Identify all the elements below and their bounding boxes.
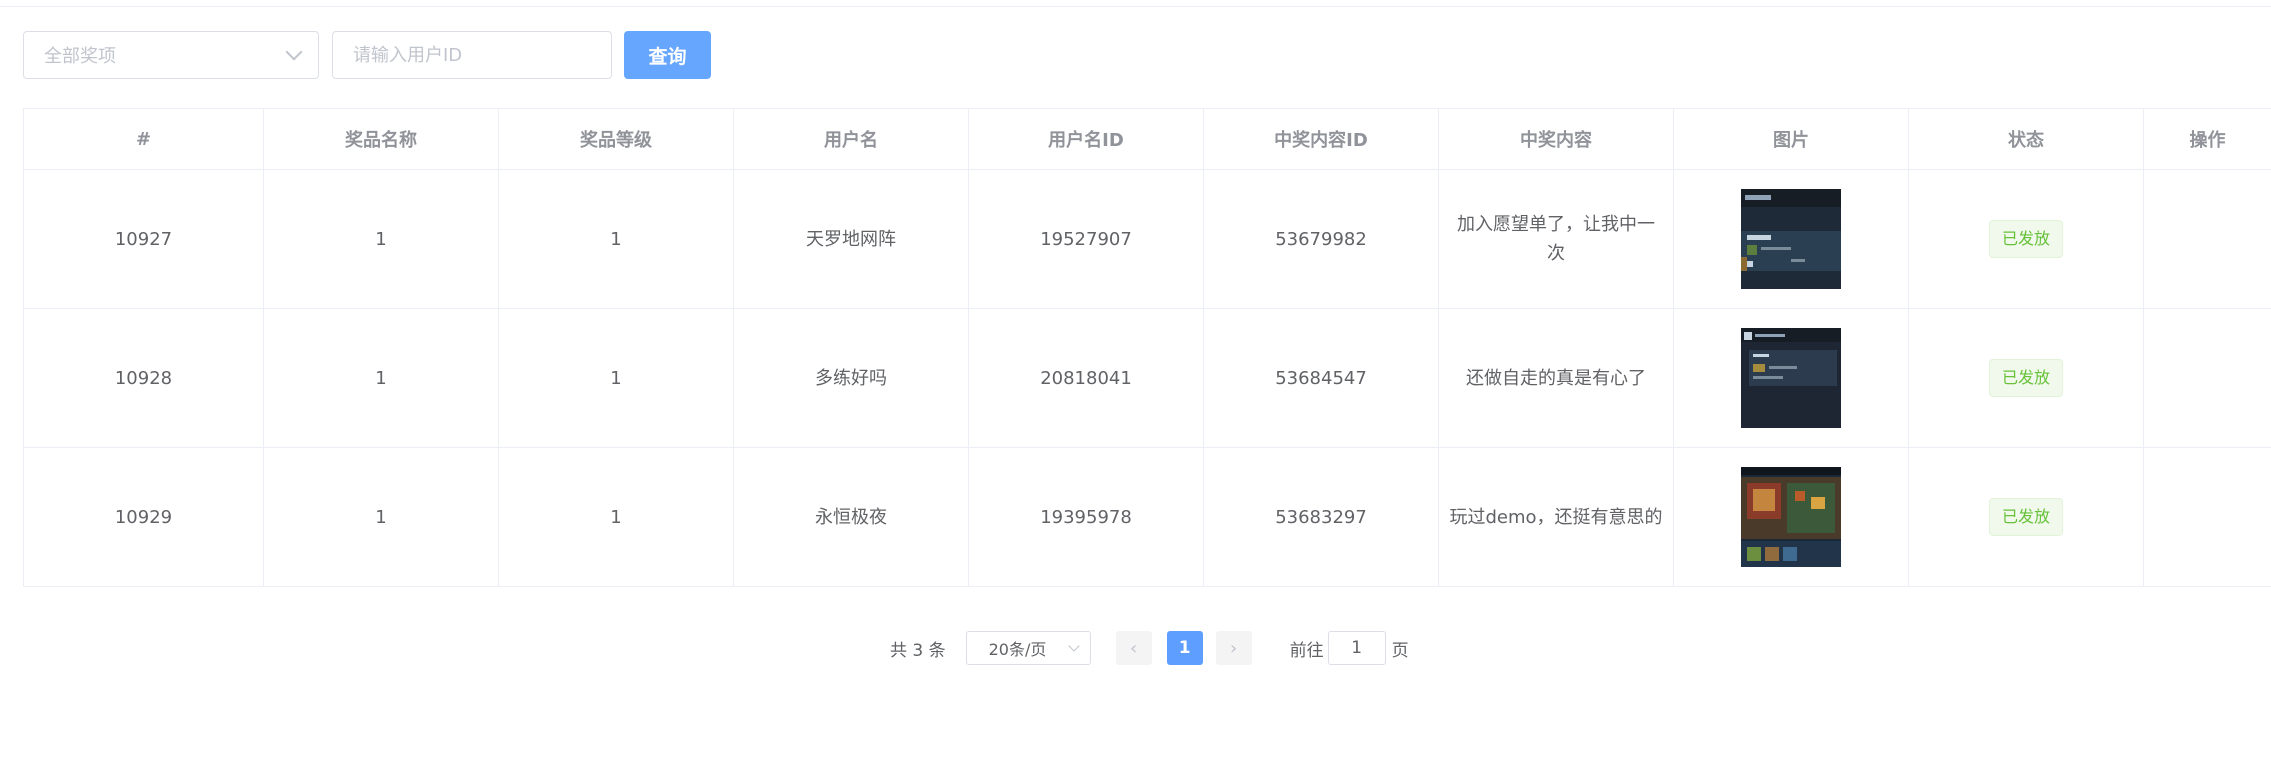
cell-prize-level: 1: [498, 447, 734, 587]
cell-content-id: 53679982: [1203, 169, 1439, 309]
cell-prize-name: 1: [263, 308, 499, 448]
filter-bar: 全部奖项 查询: [23, 30, 711, 80]
cell-content-id: 53683297: [1203, 447, 1439, 587]
column-header-image: 图片: [1673, 108, 1909, 170]
cell-image: [1673, 308, 1909, 448]
cell-content: 加入愿望单了，让我中一次: [1438, 169, 1674, 309]
prize-select[interactable]: 全部奖项: [23, 31, 319, 79]
cell-username: 天罗地网阵: [733, 169, 969, 309]
table-header-row: # 奖品名称 奖品等级 用户名 用户名ID 中奖内容ID 中奖内容 图片 状态 …: [23, 108, 2271, 170]
cell-actions: [2143, 169, 2271, 309]
user-id-input[interactable]: [332, 31, 612, 79]
column-header-actions: 操作: [2143, 108, 2271, 170]
cell-content-id: 53684547: [1203, 308, 1439, 448]
page-size-select[interactable]: 20条/页: [965, 631, 1091, 665]
screenshot-thumbnail[interactable]: [1741, 328, 1841, 428]
cell-image: [1673, 169, 1909, 309]
cell-actions: [2143, 308, 2271, 448]
prev-page-button[interactable]: ‹: [1115, 631, 1152, 665]
column-header-username: 用户名: [733, 108, 969, 170]
chevron-down-icon: [1067, 640, 1080, 652]
status-badge: 已发放: [1988, 220, 2063, 258]
cell-index: 10928: [23, 308, 264, 448]
cell-user-id: 19527907: [968, 169, 1204, 309]
cell-status: 已发放: [1908, 308, 2144, 448]
cell-status: 已发放: [1908, 447, 2144, 587]
screenshot-thumbnail[interactable]: [1741, 467, 1841, 567]
cell-content: 玩过demo，还挺有意思的: [1438, 447, 1674, 587]
cell-image: [1673, 447, 1909, 587]
goto-label: 前往: [1289, 640, 1324, 661]
screenshot-thumbnail[interactable]: [1741, 189, 1841, 289]
prize-select-value: 全部奖项: [44, 46, 116, 67]
table-row: 10928 1 1 多练好吗 20818041 53684547 还做自走的真是…: [23, 308, 2271, 448]
cell-actions: [2143, 447, 2271, 587]
cell-prize-level: 1: [498, 308, 734, 448]
prize-table: # 奖品名称 奖品等级 用户名 用户名ID 中奖内容ID 中奖内容 图片 状态 …: [23, 108, 2271, 587]
goto-page-input[interactable]: [1327, 631, 1386, 665]
cell-content: 还做自走的真是有心了: [1438, 308, 1674, 448]
chevron-left-icon: ‹: [1130, 637, 1138, 659]
column-header-status: 状态: [1908, 108, 2144, 170]
status-badge: 已发放: [1988, 498, 2063, 536]
cell-index: 10929: [23, 447, 264, 587]
cell-user-id: 20818041: [968, 308, 1204, 448]
cell-status: 已发放: [1908, 169, 2144, 309]
page-size-value: 20条/页: [988, 640, 1047, 659]
cell-username: 多练好吗: [733, 308, 969, 448]
goto-suffix: 页: [1391, 640, 1409, 661]
page-number-current[interactable]: 1: [1166, 631, 1203, 665]
cell-username: 永恒极夜: [733, 447, 969, 587]
status-badge: 已发放: [1988, 359, 2063, 397]
table-row: 10929 1 1 永恒极夜 19395978 53683297 玩过demo，…: [23, 447, 2271, 587]
column-header-content: 中奖内容: [1438, 108, 1674, 170]
chevron-right-icon: ›: [1230, 637, 1238, 659]
query-button[interactable]: 查询: [624, 31, 711, 79]
cell-user-id: 19395978: [968, 447, 1204, 587]
column-header-prize-level: 奖品等级: [498, 108, 734, 170]
column-header-user-id: 用户名ID: [968, 108, 1204, 170]
column-header-index: #: [23, 108, 264, 170]
top-divider: [0, 6, 2271, 7]
chevron-down-icon: [285, 43, 303, 61]
column-header-prize-name: 奖品名称: [263, 108, 499, 170]
cell-prize-level: 1: [498, 169, 734, 309]
pagination-total: 共 3 条: [890, 640, 946, 661]
table-row: 10927 1 1 天罗地网阵 19527907 53679982 加入愿望单了…: [23, 169, 2271, 309]
cell-prize-name: 1: [263, 447, 499, 587]
cell-index: 10927: [23, 169, 264, 309]
cell-prize-name: 1: [263, 169, 499, 309]
pagination: 共 3 条 20条/页 ‹ 1 › 前往 页: [890, 630, 1409, 666]
column-header-content-id: 中奖内容ID: [1203, 108, 1439, 170]
next-page-button[interactable]: ›: [1215, 631, 1252, 665]
